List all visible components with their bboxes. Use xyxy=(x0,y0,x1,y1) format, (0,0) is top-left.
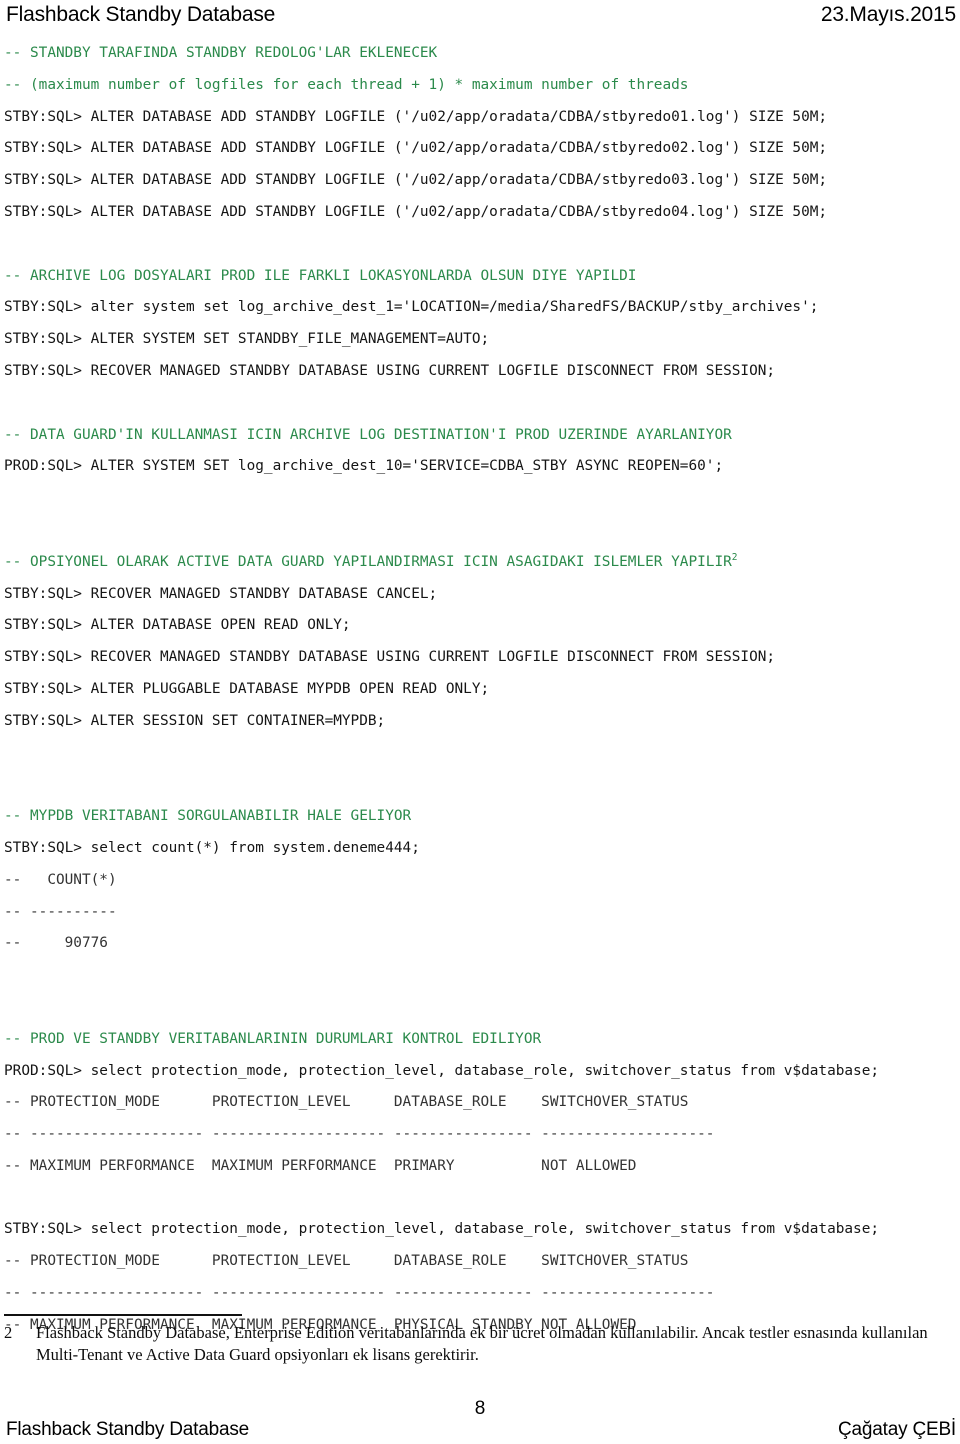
code-line: STBY:SQL> RECOVER MANAGED STANDBY DATABA… xyxy=(4,649,776,666)
code-line: -- PROTECTION_MODE PROTECTION_LEVEL DATA… xyxy=(4,1253,689,1270)
code-line: STBY:SQL> select count(*) from system.de… xyxy=(4,839,420,856)
code-line: PROD:SQL> select protection_mode, protec… xyxy=(4,1062,880,1079)
code-line: PROD:SQL> ALTER SYSTEM SET log_archive_d… xyxy=(4,458,724,475)
code-line: STBY:SQL> alter system set log_archive_d… xyxy=(4,299,819,316)
footer-title: Flashback Standby Database xyxy=(6,1419,250,1440)
footnote: 2 Flashback Standby Database, Enterprise… xyxy=(4,1322,954,1366)
code-line: STBY:SQL> select protection_mode, protec… xyxy=(4,1221,880,1238)
page-number: 8 xyxy=(474,1398,486,1419)
code-line: -- MAXIMUM PERFORMANCE MAXIMUM PERFORMAN… xyxy=(4,1157,637,1174)
code-line: STBY:SQL> ALTER DATABASE ADD STANDBY LOG… xyxy=(4,203,828,220)
code-line: STBY:SQL> ALTER PLUGGABLE DATABASE MYPDB… xyxy=(4,680,490,697)
footnote-reference: 2 xyxy=(731,551,738,563)
code-line: STBY:SQL> ALTER DATABASE ADD STANDBY LOG… xyxy=(4,140,828,157)
code-line: STBY:SQL> ALTER DATABASE ADD STANDBY LOG… xyxy=(4,172,828,189)
code-line: STBY:SQL> ALTER DATABASE OPEN READ ONLY; xyxy=(4,617,351,634)
code-line: -- 90776 xyxy=(4,935,108,952)
footer-author: Çağatay ÇEBİ xyxy=(838,1419,956,1440)
code-transcript: -- STANDBY TARAFINDA STANDBY REDOLOG'LAR… xyxy=(4,38,956,1342)
code-line: -- ---------- xyxy=(4,903,117,920)
code-line: STBY:SQL> RECOVER MANAGED STANDBY DATABA… xyxy=(4,585,438,602)
code-line: -- COUNT(*) xyxy=(4,871,117,888)
document-page: Flashback Standby Database 23.Mayıs.2015… xyxy=(0,0,960,1444)
code-line: STBY:SQL> RECOVER MANAGED STANDBY DATABA… xyxy=(4,362,776,379)
footnote-separator-rule xyxy=(4,1314,242,1316)
header-title: Flashback Standby Database xyxy=(6,3,276,26)
code-line: STBY:SQL> ALTER DATABASE ADD STANDBY LOG… xyxy=(4,108,828,125)
running-header: Flashback Standby Database 23.Mayıs.2015 xyxy=(0,2,960,32)
code-line: -- STANDBY TARAFINDA STANDBY REDOLOG'LAR… xyxy=(4,45,438,61)
code-line: STBY:SQL> ALTER SYSTEM SET STANDBY_FILE_… xyxy=(4,331,490,348)
code-line: -- (maximum number of logfiles for each … xyxy=(4,76,689,93)
code-line: -- MYPDB VERITABANI SORGULANABILIR HALE … xyxy=(4,808,412,825)
code-line: -- PROTECTION_MODE PROTECTION_LEVEL DATA… xyxy=(4,1094,689,1111)
code-line: -- -------------------- ----------------… xyxy=(4,1285,715,1302)
footnote-number: 2 xyxy=(4,1323,13,1342)
footnote-area: 2 Flashback Standby Database, Enterprise… xyxy=(4,1314,954,1366)
code-line: -- DATA GUARD'IN KULLANMASI ICIN ARCHIVE… xyxy=(4,426,732,443)
code-line: -- ARCHIVE LOG DOSYALARI PROD ILE FARKLI… xyxy=(4,267,637,284)
code-line: -- PROD VE STANDBY VERITABANLARININ DURU… xyxy=(4,1030,542,1047)
code-line: -- OPSIYONEL OLARAK ACTIVE DATA GUARD YA… xyxy=(4,551,738,570)
code-line: STBY:SQL> ALTER SESSION SET CONTAINER=MY… xyxy=(4,712,386,729)
code-line: -- -------------------- ----------------… xyxy=(4,1126,715,1143)
footnote-text: Flashback Standby Database, Enterprise E… xyxy=(36,1323,928,1364)
running-footer: Flashback Standby Database Çağatay ÇEBİ xyxy=(0,1418,960,1444)
header-date: 23.Mayıs.2015 xyxy=(820,3,956,26)
